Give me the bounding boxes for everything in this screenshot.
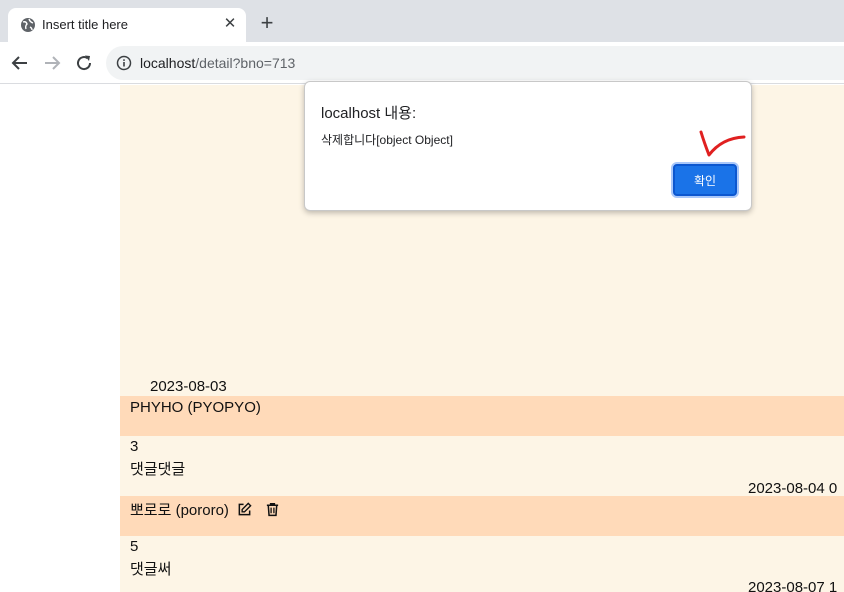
first-comment-date: 2023-08-03 xyxy=(150,378,227,395)
edit-icon[interactable] xyxy=(237,502,252,517)
browser-tab[interactable]: Insert title here ✕ xyxy=(8,8,246,42)
url-host: localhost xyxy=(140,55,196,71)
close-tab-icon[interactable]: ✕ xyxy=(221,15,239,33)
back-arrow-icon[interactable] xyxy=(10,53,30,73)
checkmark-annotation-icon xyxy=(699,130,746,157)
comment-text: 댓글댓글 xyxy=(130,461,186,478)
address-bar[interactable]: localhost/detail?bno=713 xyxy=(106,46,844,80)
tab-title: Insert title here xyxy=(42,17,128,32)
info-icon[interactable] xyxy=(116,55,132,71)
comment-text: 댓글써 xyxy=(130,561,172,578)
ok-button[interactable]: 확인 xyxy=(673,164,737,196)
comment-number: 3 xyxy=(130,438,139,455)
alert-dialog: localhost 내용: 삭제합니다[object Object] 확인 xyxy=(304,81,752,211)
comment-author: 뽀로로 (pororo) xyxy=(130,502,229,519)
comment-author: PHYHO (PYOPYO) xyxy=(130,399,261,416)
url-text: localhost/detail?bno=713 xyxy=(140,55,295,71)
browser-toolbar: localhost/detail?bno=713 xyxy=(0,42,844,84)
comment-date: 2023-08-04 0 xyxy=(748,480,838,497)
dialog-message: 삭제합니다[object Object] xyxy=(321,133,453,147)
comment-number: 5 xyxy=(130,538,139,555)
dialog-title: localhost 내용: xyxy=(321,105,417,122)
reload-icon[interactable] xyxy=(74,53,94,73)
comment-author-row: 뽀로로 (pororo) xyxy=(120,496,844,536)
comment-author-row: PHYHO (PYOPYO) xyxy=(120,396,844,436)
url-path: /detail?bno=713 xyxy=(195,55,296,71)
new-tab-button[interactable]: + xyxy=(257,12,277,34)
forward-arrow-icon[interactable] xyxy=(42,53,62,73)
comment-author-with-actions: 뽀로로 (pororo) xyxy=(130,499,280,520)
globe-icon xyxy=(21,18,35,32)
trash-icon[interactable] xyxy=(265,502,280,517)
comment-date: 2023-08-07 1 xyxy=(748,579,838,592)
tab-strip: Insert title here ✕ + xyxy=(0,0,844,42)
